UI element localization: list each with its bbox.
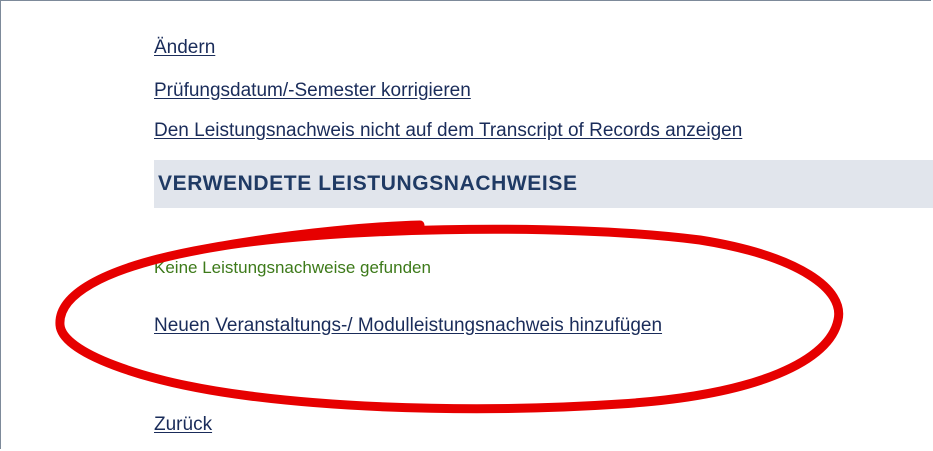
content-frame [0, 0, 931, 449]
add-achievement-link[interactable]: Neuen Veranstaltungs-/ Modulleistungsnac… [154, 315, 662, 337]
hide-from-transcript-link[interactable]: Den Leistungsnachweis nicht auf dem Tran… [154, 120, 742, 142]
section-header: VERWENDETE LEISTUNGSNACHWEISE [154, 160, 933, 208]
change-link[interactable]: Ändern [154, 37, 215, 59]
back-link[interactable]: Zurück [154, 414, 212, 436]
section-title: VERWENDETE LEISTUNGSNACHWEISE [158, 172, 578, 195]
correct-exam-date-link[interactable]: Prüfungsdatum/-Semester korrigieren [154, 80, 471, 102]
empty-results-message: Keine Leistungsnachweise gefunden [154, 258, 431, 277]
